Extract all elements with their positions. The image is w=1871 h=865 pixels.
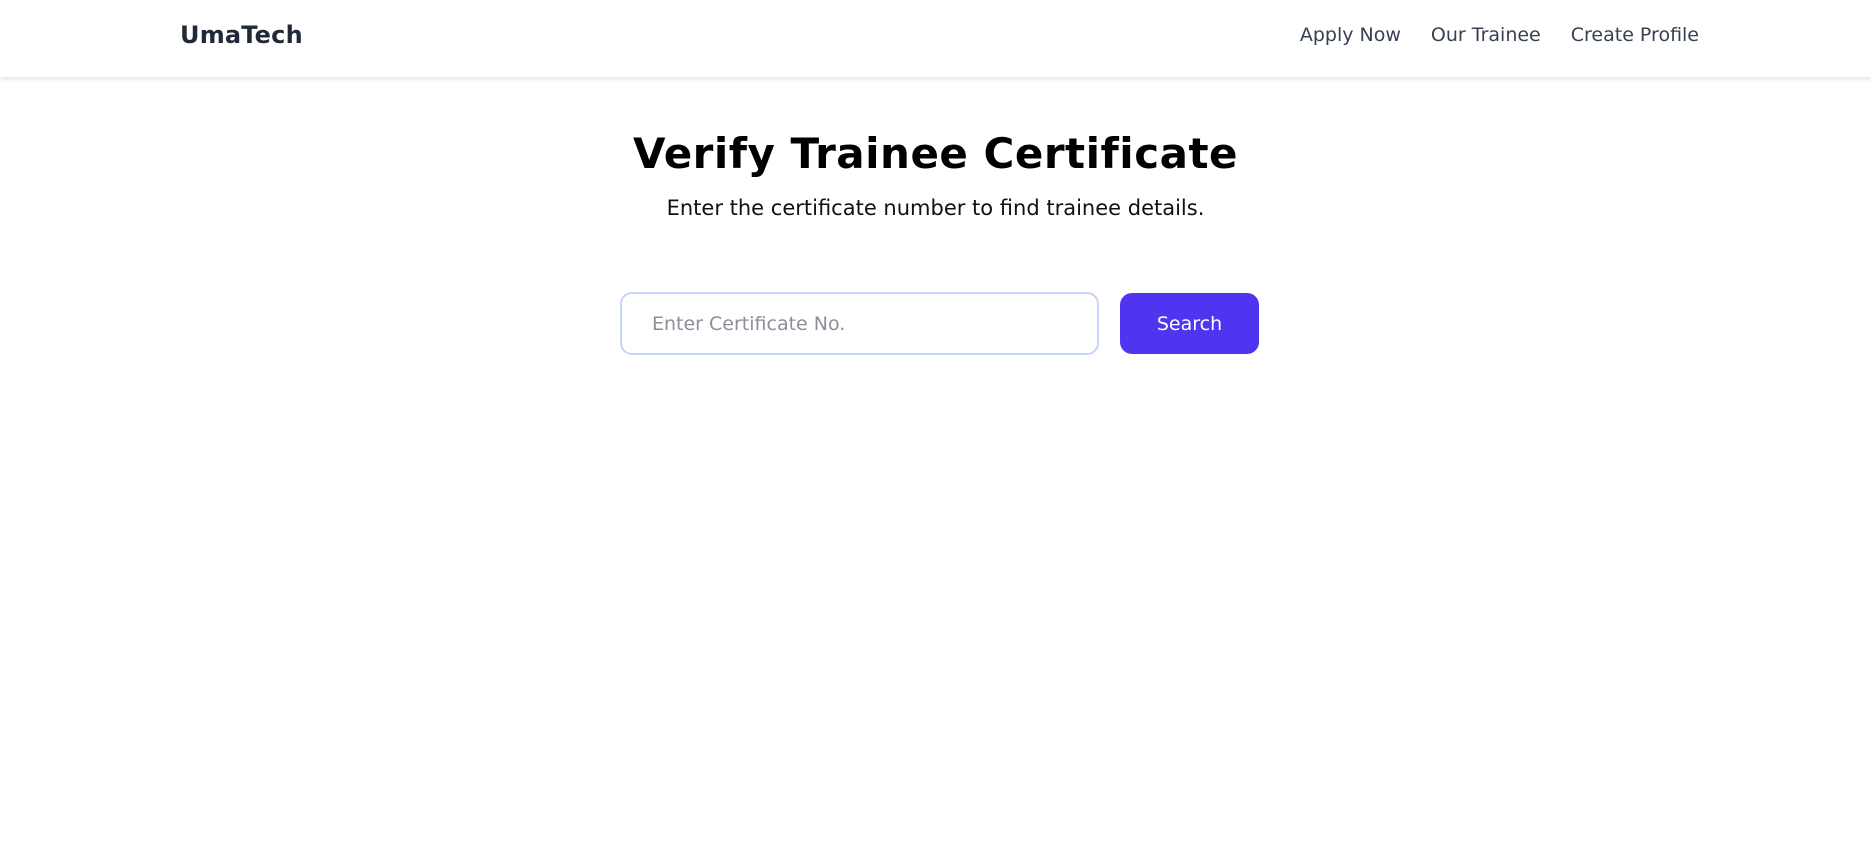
top-navbar: UmaTech Apply Now Our Trainee Create Pro… (0, 0, 1871, 77)
nav-link-our-trainee[interactable]: Our Trainee (1431, 24, 1541, 46)
nav-links: Apply Now Our Trainee Create Profile (1300, 24, 1699, 46)
page-title: Verify Trainee Certificate (632, 129, 1239, 178)
certificate-number-input[interactable] (620, 292, 1099, 355)
hero-section: Verify Trainee Certificate Enter the cer… (0, 128, 1871, 222)
nav-link-apply-now[interactable]: Apply Now (1300, 24, 1401, 46)
brand-logo-text[interactable]: UmaTech (180, 21, 303, 49)
page-subtitle: Enter the certificate number to find tra… (666, 196, 1205, 220)
nav-link-create-profile[interactable]: Create Profile (1571, 24, 1699, 46)
search-button[interactable]: Search (1120, 293, 1259, 354)
search-form: Search (620, 292, 1259, 355)
